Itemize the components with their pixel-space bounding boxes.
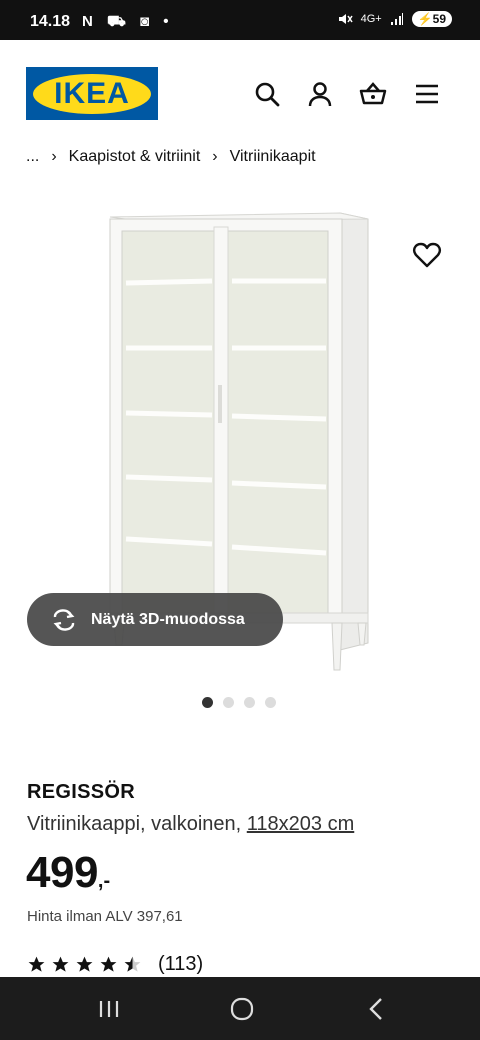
site-header: IKEA [0,40,480,150]
breadcrumb: ... › Kaapistot & vitriinit › Vitriinika… [26,148,316,166]
half-star-icon [124,956,141,972]
logo-text: IKEA [54,76,130,110]
price-suffix: ,- [97,870,111,892]
network-label: 4G+ [360,13,382,25]
system-nav-bar [0,977,480,1040]
breadcrumb-link-cabinets[interactable]: Kaapistot & vitriinit [69,148,201,166]
menu-icon[interactable] [413,80,441,108]
chevron-right-icon: › [51,148,57,165]
recent-apps-icon[interactable] [94,995,124,1023]
ikea-logo[interactable]: IKEA [26,67,158,120]
cart-icon[interactable] [359,80,387,108]
star-icon [52,956,69,972]
review-count: (113) [158,953,204,975]
account-icon[interactable] [306,80,334,108]
product-rating[interactable]: (113) [27,953,203,976]
star-icon [100,956,117,972]
status-right: 4G+ ⚡59 [337,11,452,27]
carousel-dot[interactable] [202,697,213,708]
rotate-icon [53,608,75,631]
signal-icon [390,13,403,25]
product-description: Vitriinikaappi, valkoinen, 118x203 cm [27,813,354,836]
breadcrumb-ellipsis[interactable]: ... [26,148,39,166]
view-3d-label: Näytä 3D-muodossa [91,610,245,628]
view-3d-button[interactable]: Näytä 3D-muodossa [27,593,283,646]
price-integer: 499 [26,848,98,897]
star-icon [28,956,45,972]
battery-indicator: ⚡59 [411,11,452,27]
star-icon [76,956,93,972]
chevron-right-icon: › [212,148,218,165]
back-icon[interactable] [362,995,392,1023]
product-name: REGISSÖR [27,781,135,803]
price-excl-vat: Hinta ilman ALV 397,61 [27,908,183,925]
product-price: 499 ,- [26,848,110,898]
notification-icons: N ⛟ ◙ • [82,13,174,30]
rating-stars [27,955,142,974]
carousel-dots [202,697,276,708]
carousel-dot[interactable] [244,697,255,708]
logo-oval: IKEA [33,73,151,114]
carousel-dot[interactable] [265,697,276,708]
heart-icon[interactable] [412,240,442,270]
home-icon[interactable] [227,995,257,1023]
status-time: 14.18 [30,13,71,30]
carousel-dot[interactable] [223,697,234,708]
product-size-link[interactable]: 118x203 cm [247,813,354,835]
mute-icon [338,14,353,24]
status-bar: 14.18 N ⛟ ◙ • 4G+ ⚡59 [0,0,480,40]
product-type: Vitriinikaappi, valkoinen, [27,813,242,835]
breadcrumb-link-display-cabinets[interactable]: Vitriinikaapit [230,148,316,166]
search-icon[interactable] [253,80,281,108]
